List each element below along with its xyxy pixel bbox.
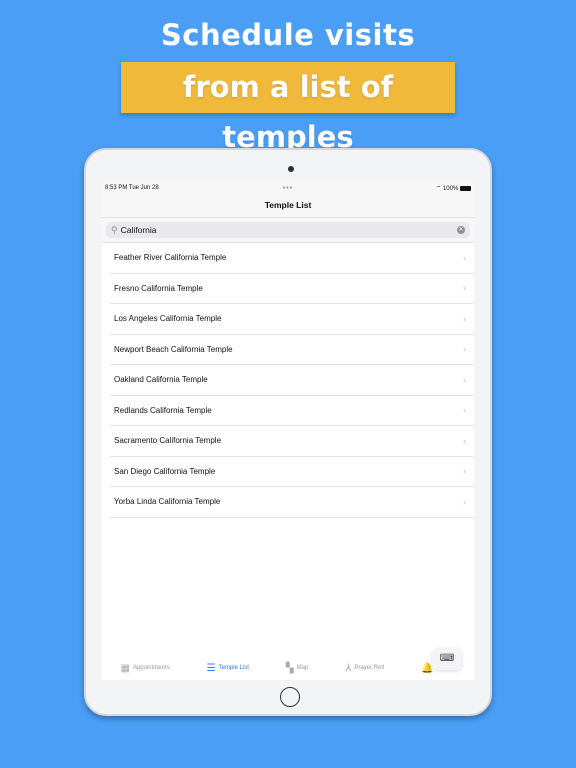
headline: Schedule visits (160, 18, 416, 52)
chevron-right-icon: › (463, 344, 466, 355)
status-time: 8:53 PM Tue Jun 28 (105, 185, 159, 191)
search-input[interactable]: ⚲ California ✕ (106, 222, 470, 238)
temple-name: San Diego California Temple (114, 466, 216, 476)
temple-name: Redlands California Temple (114, 405, 212, 415)
home-button[interactable] (280, 687, 300, 707)
map-icon: ▚ (285, 662, 294, 674)
calendar-icon: ▦ (120, 662, 130, 674)
list-item[interactable]: Redlands California Temple › (110, 396, 474, 426)
wifi-icon: ⌔ (435, 186, 442, 192)
keyboard-icon[interactable]: ⌨ (432, 648, 462, 670)
praying-hands-icon: ⅄ (345, 662, 352, 674)
chevron-right-icon: › (463, 496, 466, 507)
battery-percent: 100% (442, 186, 459, 192)
chevron-right-icon: › (463, 435, 466, 446)
list-item[interactable]: Sacramento California Temple › (110, 426, 474, 457)
app-screen: 8:53 PM Tue Jun 28 ••• ⌔ 100% Temple Lis… (102, 182, 474, 680)
list-item[interactable]: Oakland California Temple › (110, 365, 474, 396)
tab-label: Appointments (132, 665, 170, 671)
temple-name: Yorba Linda California Temple (114, 497, 221, 507)
list-item[interactable]: Feather River California Temple › (110, 243, 474, 274)
chevron-right-icon: › (463, 374, 466, 385)
tab-map[interactable]: ▚ Map (286, 663, 308, 674)
list-item[interactable]: Yorba Linda California Temple › (110, 487, 474, 518)
camera-icon (288, 166, 294, 172)
temple-name: Oakland California Temple (114, 375, 208, 385)
tab-temple-list[interactable]: ☰ Temple List (207, 663, 249, 674)
chevron-right-icon: › (463, 283, 466, 294)
tab-label: Prayer Roll (354, 665, 385, 671)
list-item[interactable]: Fresno California Temple › (110, 274, 474, 304)
temple-name: Los Angeles California Temple (114, 314, 222, 324)
list-item[interactable]: Newport Beach California Temple › (110, 335, 474, 365)
status-bar: 8:53 PM Tue Jun 28 ••• ⌔ 100% (102, 182, 474, 194)
temple-list: Feather River California Temple › Fresno C… (102, 243, 474, 518)
tab-label: Map (296, 665, 309, 671)
tab-appointments[interactable]: ▦ Appointments (120, 663, 169, 674)
list-icon: ☰ (206, 662, 216, 674)
banner: from a list of temples (121, 62, 455, 154)
search-value[interactable]: California (121, 225, 457, 235)
page-title: Temple List (102, 194, 474, 218)
status-right: ⌔ 100% (436, 184, 471, 192)
battery-icon (460, 185, 471, 191)
chevron-right-icon: › (463, 313, 466, 324)
tab-prayer-roll[interactable]: ⅄ Prayer Roll (345, 663, 384, 674)
temple-name: Newport Beach California Temple (114, 344, 233, 354)
temple-name: Feather River California Temple (114, 253, 227, 263)
multitask-dots-icon[interactable]: ••• (283, 185, 293, 192)
chevron-right-icon: › (463, 405, 466, 416)
magnifier-icon: ⚲ (111, 224, 118, 235)
tab-bar: ▦ Appointments ☰ Temple List ▚ Map ⅄ Prayer Rol… (102, 656, 474, 680)
list-item[interactable]: San Diego California Temple › (110, 457, 474, 487)
tab-label: Temple List (218, 665, 249, 671)
clear-icon[interactable]: ✕ (457, 226, 465, 234)
temple-name: Sacramento California Temple (114, 436, 222, 446)
chevron-right-icon: › (463, 252, 466, 263)
chevron-right-icon: › (463, 466, 466, 477)
temple-name: Fresno California Temple (114, 283, 203, 293)
list-item[interactable]: Los Angeles California Temple › (110, 304, 474, 335)
